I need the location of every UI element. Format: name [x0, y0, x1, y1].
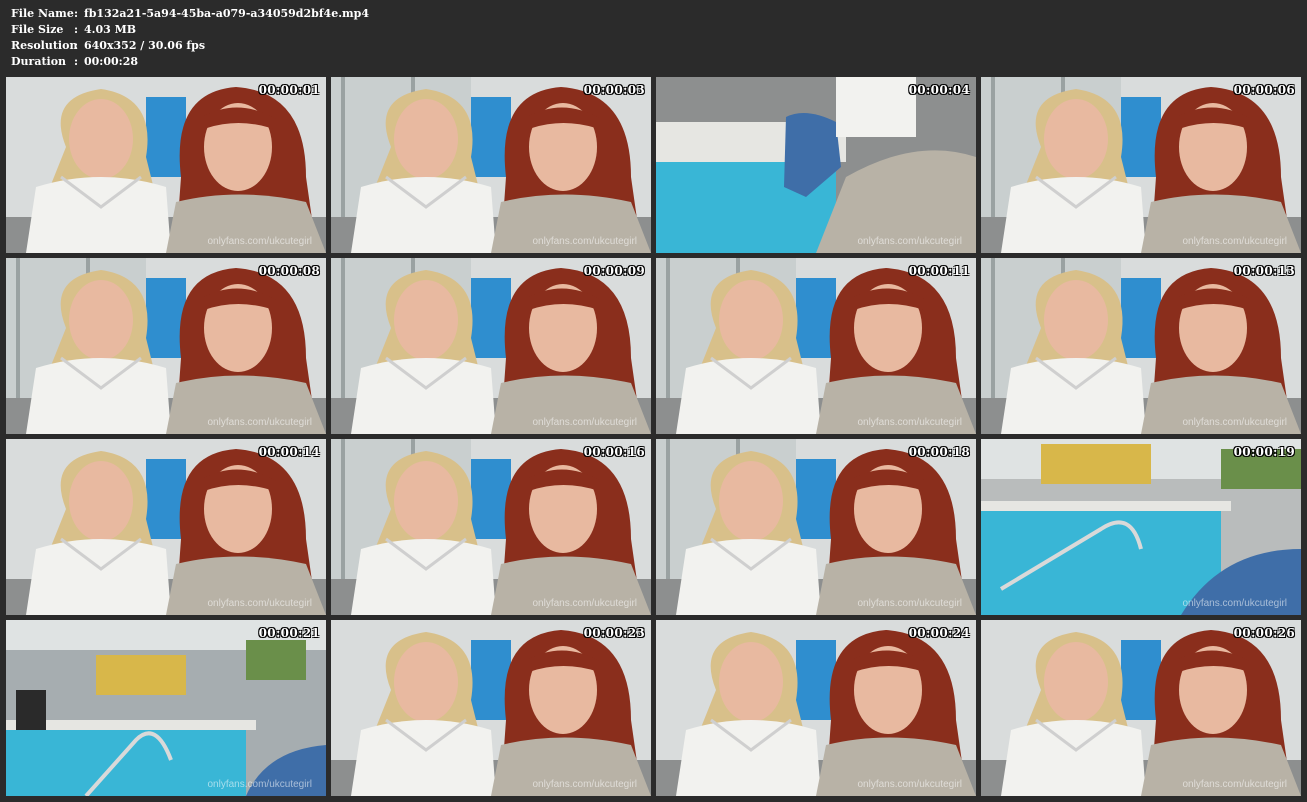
video-thumbnail[interactable]: 00:00:14 onlyfans.com/ukcutegirl [6, 439, 326, 615]
thumbnail-frame-image [656, 439, 976, 615]
thumbnail-watermark: onlyfans.com/ukcutegirl [1182, 417, 1288, 428]
file-name-value: fb132a21-5a94-45ba-a079-a34059d2bf4e.mp4 [84, 7, 370, 20]
thumbnail-frame-image [981, 258, 1301, 434]
thumbnail-timestamp: 00:00:06 [1233, 83, 1295, 97]
thumbnail-frame-image [331, 620, 651, 796]
thumbnail-timestamp: 00:00:09 [583, 264, 645, 278]
file-size-separator: : [74, 23, 79, 36]
resolution-value: 640x352 / 30.06 fps [84, 39, 206, 52]
thumbnail-frame-image [6, 258, 326, 434]
thumbnail-frame-image [656, 77, 976, 253]
thumbnail-watermark: onlyfans.com/ukcutegirl [532, 598, 638, 609]
thumbnail-timestamp: 00:00:04 [908, 83, 970, 97]
thumbnail-timestamp: 00:00:21 [258, 626, 320, 640]
thumbnail-watermark: onlyfans.com/ukcutegirl [207, 598, 313, 609]
thumbnail-frame-image [331, 439, 651, 615]
video-thumbnail[interactable]: 00:00:13 onlyfans.com/ukcutegirl [981, 258, 1301, 434]
thumbnail-watermark: onlyfans.com/ukcutegirl [857, 417, 963, 428]
thumbnail-watermark: onlyfans.com/ukcutegirl [207, 236, 313, 247]
thumbnail-frame-image [6, 439, 326, 615]
thumbnail-frame-image [6, 620, 326, 796]
thumbnail-grid: 00:00:01 onlyfans.com/ukcutegirl 00:00:03 o… [6, 77, 1302, 797]
thumbnail-timestamp: 00:00:26 [1233, 626, 1295, 640]
thumbnail-watermark: onlyfans.com/ukcutegirl [857, 779, 963, 790]
thumbnail-timestamp: 00:00:19 [1233, 445, 1295, 459]
file-info-header: File Name : fb132a21-5a94-45ba-a079-a340… [11, 6, 369, 70]
video-thumbnail[interactable]: 00:00:09 onlyfans.com/ukcutegirl [331, 258, 651, 434]
video-thumbnail[interactable]: 00:00:19 onlyfans.com/ukcutegirl [981, 439, 1301, 615]
thumbnail-watermark: onlyfans.com/ukcutegirl [207, 417, 313, 428]
video-thumbnail[interactable]: 00:00:23 onlyfans.com/ukcutegirl [331, 620, 651, 796]
thumbnail-frame-image [656, 258, 976, 434]
file-name-separator: : [74, 7, 79, 20]
thumbnail-timestamp: 00:00:16 [583, 445, 645, 459]
thumbnail-watermark: onlyfans.com/ukcutegirl [532, 236, 638, 247]
thumbnail-frame-image [981, 77, 1301, 253]
video-thumbnail[interactable]: 00:00:24 onlyfans.com/ukcutegirl [656, 620, 976, 796]
thumbnail-frame-image [6, 77, 326, 253]
resolution-row: Resolution : 640x352 / 30.06 fps [11, 38, 369, 54]
thumbnail-watermark: onlyfans.com/ukcutegirl [1182, 779, 1288, 790]
file-name-label: File Name [11, 7, 74, 20]
video-thumbnail[interactable]: 00:00:03 onlyfans.com/ukcutegirl [331, 77, 651, 253]
duration-row: Duration : 00:00:28 [11, 54, 369, 70]
thumbnail-watermark: onlyfans.com/ukcutegirl [857, 598, 963, 609]
duration-label: Duration [11, 55, 67, 68]
thumbnail-watermark: onlyfans.com/ukcutegirl [207, 779, 313, 790]
thumbnail-watermark: onlyfans.com/ukcutegirl [1182, 236, 1288, 247]
thumbnail-frame-image [331, 258, 651, 434]
video-thumbnail[interactable]: 00:00:04 onlyfans.com/ukcutegirl [656, 77, 976, 253]
video-thumbnail[interactable]: 00:00:01 onlyfans.com/ukcutegirl [6, 77, 326, 253]
thumbnail-timestamp: 00:00:24 [908, 626, 970, 640]
duration-value: 00:00:28 [84, 55, 139, 68]
thumbnail-timestamp: 00:00:08 [258, 264, 320, 278]
thumbnail-timestamp: 00:00:14 [258, 445, 320, 459]
contact-sheet: File Name : fb132a21-5a94-45ba-a079-a340… [0, 0, 1307, 802]
duration-separator: : [74, 55, 79, 68]
video-thumbnail[interactable]: 00:00:16 onlyfans.com/ukcutegirl [331, 439, 651, 615]
thumbnail-frame-image [656, 620, 976, 796]
resolution-label: Resolution [11, 39, 78, 52]
file-size-label: File Size [11, 23, 64, 36]
video-thumbnail[interactable]: 00:00:11 onlyfans.com/ukcutegirl [656, 258, 976, 434]
thumbnail-timestamp: 00:00:01 [258, 83, 320, 97]
file-size-row: File Size : 4.03 MB [11, 22, 369, 38]
video-thumbnail[interactable]: 00:00:08 onlyfans.com/ukcutegirl [6, 258, 326, 434]
resolution-separator: : [74, 39, 79, 52]
thumbnail-timestamp: 00:00:11 [908, 264, 970, 278]
thumbnail-watermark: onlyfans.com/ukcutegirl [532, 417, 638, 428]
file-size-value: 4.03 MB [84, 23, 137, 36]
thumbnail-frame-image [331, 77, 651, 253]
thumbnail-timestamp: 00:00:03 [583, 83, 645, 97]
thumbnail-watermark: onlyfans.com/ukcutegirl [532, 779, 638, 790]
thumbnail-frame-image [981, 620, 1301, 796]
thumbnail-frame-image [981, 439, 1301, 615]
thumbnail-timestamp: 00:00:13 [1233, 264, 1295, 278]
thumbnail-watermark: onlyfans.com/ukcutegirl [1182, 598, 1288, 609]
video-thumbnail[interactable]: 00:00:26 onlyfans.com/ukcutegirl [981, 620, 1301, 796]
video-thumbnail[interactable]: 00:00:06 onlyfans.com/ukcutegirl [981, 77, 1301, 253]
thumbnail-watermark: onlyfans.com/ukcutegirl [857, 236, 963, 247]
video-thumbnail[interactable]: 00:00:18 onlyfans.com/ukcutegirl [656, 439, 976, 615]
thumbnail-timestamp: 00:00:23 [583, 626, 645, 640]
file-name-row: File Name : fb132a21-5a94-45ba-a079-a340… [11, 6, 369, 22]
video-thumbnail[interactable]: 00:00:21 onlyfans.com/ukcutegirl [6, 620, 326, 796]
thumbnail-timestamp: 00:00:18 [908, 445, 970, 459]
